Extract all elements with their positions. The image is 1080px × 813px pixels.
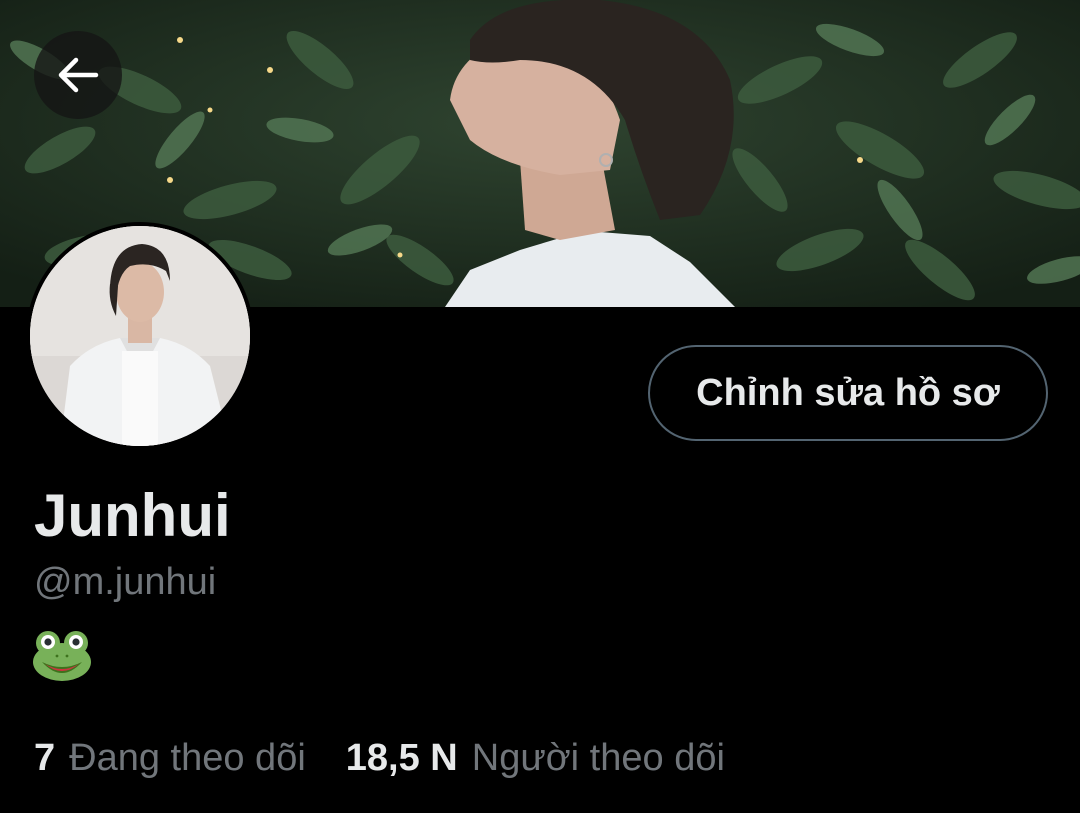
followers-link[interactable]: 18,5 N Người theo dõi <box>346 737 725 780</box>
back-button[interactable] <box>34 31 122 119</box>
frog-face-icon <box>32 630 92 682</box>
avatar[interactable] <box>26 222 254 450</box>
follow-stats: 7 Đang theo dõi 18,5 N Người theo dõi <box>34 733 725 783</box>
following-label: Đang theo dõi <box>69 736 306 779</box>
profile-page: Chỉnh sửa hồ sơ Junhui @m.junhui 7 Đang … <box>0 0 1080 813</box>
followers-label: Người theo dõi <box>471 736 725 779</box>
following-link[interactable]: 7 Đang theo dõi <box>34 737 306 780</box>
edit-profile-button[interactable]: Chỉnh sửa hồ sơ <box>648 345 1048 441</box>
followers-count: 18,5 N <box>345 736 458 779</box>
avatar-photo <box>30 226 250 446</box>
username-handle: @m.junhui <box>34 561 217 603</box>
arrow-left-icon <box>58 57 99 93</box>
display-name: Junhui <box>34 482 231 549</box>
following-count: 7 <box>34 736 56 779</box>
